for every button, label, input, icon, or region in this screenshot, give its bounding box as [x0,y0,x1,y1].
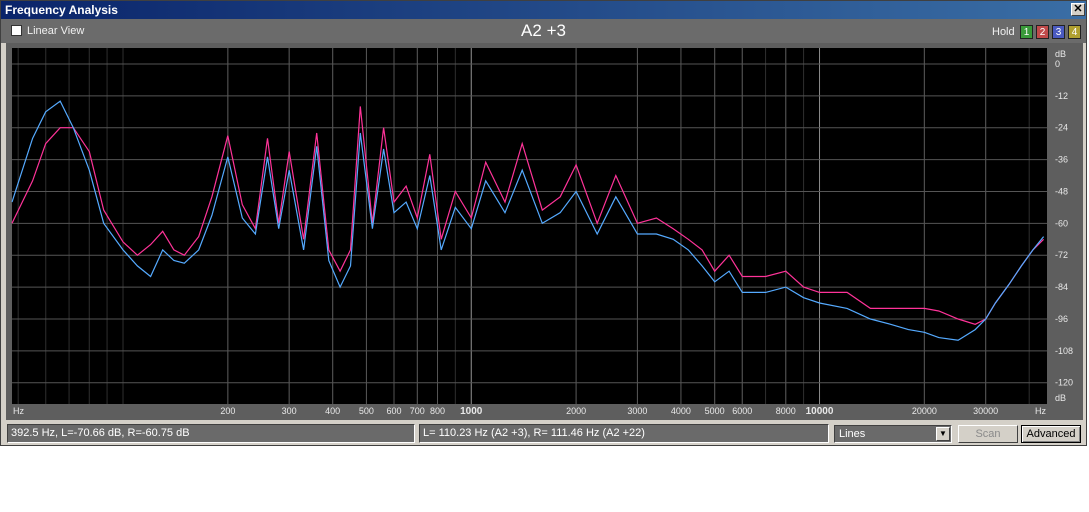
hold-button-3[interactable]: 3 [1052,25,1065,39]
x-tick-label: 4000 [671,406,691,416]
hold-button-4[interactable]: 4 [1068,25,1081,39]
x-tick-label: 8000 [776,406,796,416]
spectrum-plot-area[interactable]: 200 300 400 500 600 700 800 1000 2000 3000 4000 500… [6,43,1083,420]
y-axis-unit-bottom: dB [1055,393,1066,403]
status-bar: 392.5 Hz, L=-70.66 dB, R=-60.75 dB L= 11… [1,423,1086,445]
hold-button-2[interactable]: 2 [1036,25,1049,39]
cursor-readout: 392.5 Hz, L=-70.66 dB, R=-60.75 dB [7,424,415,443]
x-tick-label: 500 [359,406,374,416]
x-tick-label: 600 [386,406,401,416]
y-tick-label: -48 [1055,186,1068,196]
x-tick-label: 3000 [627,406,647,416]
display-mode-value: Lines [839,428,866,440]
advanced-button[interactable]: Advanced [1021,425,1081,443]
hold-label: Hold [992,26,1015,38]
x-tick-label: 700 [410,406,425,416]
y-tick-label: -72 [1055,250,1068,260]
x-tick-label: 6000 [732,406,752,416]
y-tick-label: -12 [1055,91,1068,101]
x-tick-label: 30000 [973,406,998,416]
x-axis-unit-right: Hz [1035,406,1046,416]
x-axis-unit-left: Hz [13,406,24,416]
y-tick-label: -84 [1055,282,1068,292]
window-title: Frequency Analysis [5,3,118,17]
chevron-down-icon[interactable]: ▼ [936,427,950,441]
y-tick-label: -120 [1055,378,1073,388]
close-button[interactable]: ✕ [1071,3,1085,16]
x-tick-label: 1000 [460,406,483,417]
display-mode-select[interactable]: Lines ▼ [834,425,952,443]
x-tick-label: 20000 [912,406,937,416]
x-tick-label: 200 [220,406,235,416]
y-tick-label: -108 [1055,346,1073,356]
y-axis-unit-top: dB [1055,49,1066,59]
x-tick-label: 10000 [806,406,834,417]
frequency-analysis-window: Frequency Analysis ✕ Linear View A2 +3 H… [0,0,1087,446]
y-tick-label: -24 [1055,123,1068,133]
y-tick-label: 0 [1055,59,1060,69]
hold-button-1[interactable]: 1 [1020,25,1033,39]
x-tick-label: 5000 [705,406,725,416]
x-tick-label: 400 [325,406,340,416]
y-tick-label: -96 [1055,314,1068,324]
close-icon: ✕ [1073,3,1083,15]
spectrum-chart[interactable]: 200 300 400 500 600 700 800 1000 2000 3000 4000 500… [6,43,1083,420]
title-bar[interactable]: Frequency Analysis ✕ [1,1,1086,19]
detected-note-label: A2 +3 [521,21,566,40]
y-tick-label: -36 [1055,155,1068,165]
y-tick-label: -60 [1055,218,1068,228]
toolbar: Linear View A2 +3 Hold 1 2 3 4 [1,19,1086,43]
scan-button[interactable]: Scan [958,425,1018,443]
x-tick-label: 800 [430,406,445,416]
peak-readout: L= 110.23 Hz (A2 +3), R= 111.46 Hz (A2 +… [419,424,829,443]
x-tick-label: 300 [282,406,297,416]
x-tick-label: 2000 [566,406,586,416]
